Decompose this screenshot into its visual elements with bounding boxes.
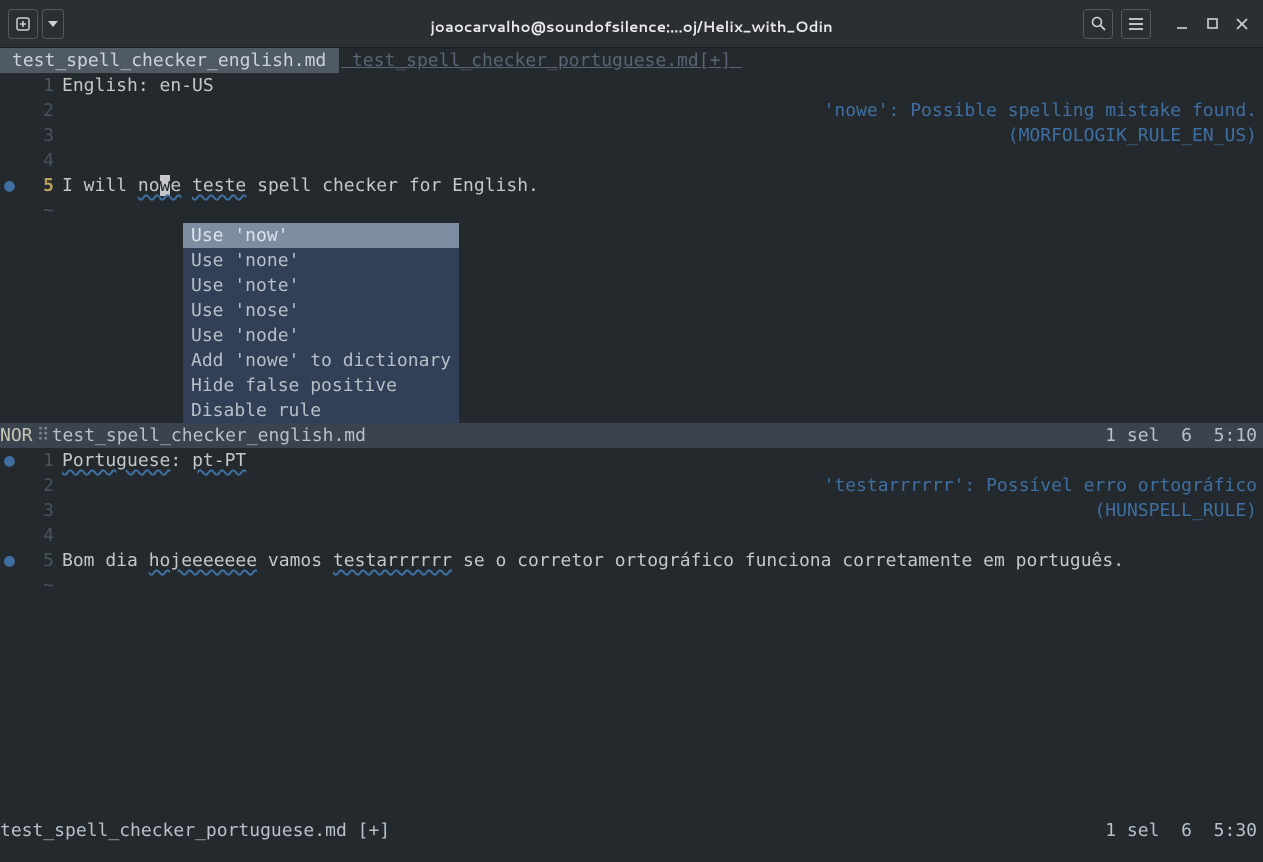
popup-item-add-dict[interactable]: Add 'nowe' to dictionary: [191, 348, 451, 373]
spelling-error-ptpt[interactable]: pt-PT: [192, 450, 246, 471]
tab-portuguese[interactable]: test_spell_checker_portuguese.md[+]: [339, 48, 744, 73]
window-title: joaocarvalho@soundofsilence:...oj/Helix_…: [0, 14, 1263, 39]
line-number: 4: [0, 148, 62, 173]
status-count: 6: [1181, 820, 1192, 841]
spelling-error-testar[interactable]: testarrrrrr: [333, 550, 452, 571]
code-line-1: English: en-US: [62, 75, 214, 96]
line-number: 3: [0, 498, 62, 523]
diagnostic-message: 'nowe': Possible spelling mistake found.: [824, 98, 1257, 123]
popup-item-use-none[interactable]: Use 'none': [191, 248, 451, 273]
line-number: 2: [0, 98, 62, 123]
line-number: 4: [0, 523, 62, 548]
end-of-buffer-tilde: ~: [0, 198, 62, 223]
popup-item-disable-rule[interactable]: Disable rule: [191, 398, 451, 423]
popup-item-use-now[interactable]: Use 'now': [183, 223, 459, 248]
terminal-area: test_spell_checker_english.md test_spell…: [0, 48, 1263, 862]
end-of-buffer-tilde: ~: [0, 573, 62, 598]
spelling-error-hoje[interactable]: hojeeeeeee: [149, 550, 257, 571]
buffer-tabbar: test_spell_checker_english.md test_spell…: [0, 48, 1263, 73]
diagnostic-rule: (HUNSPELL_RULE): [1094, 498, 1257, 523]
drag-handle-icon[interactable]: ⠿: [33, 423, 52, 448]
diagnostic-marker-icon: ●: [4, 173, 15, 198]
search-button[interactable]: [1083, 9, 1113, 39]
code-line-1: Portuguese: pt-PT: [62, 450, 246, 471]
status-pos: 5:30: [1214, 820, 1257, 841]
line-number: 3: [0, 123, 62, 148]
minimize-button[interactable]: [1169, 9, 1195, 39]
line-number: 2: [0, 473, 62, 498]
pane-portuguese[interactable]: ● 1Portuguese: pt-PT 2 'testarrrrrr': Po…: [0, 448, 1263, 843]
statusbar-english: NOR ⠿ test_spell_checker_english.md 1 sel…: [0, 423, 1263, 448]
spelling-error-nowe[interactable]: nowe: [138, 175, 181, 196]
tab-english[interactable]: test_spell_checker_english.md: [10, 48, 339, 73]
status-sel: 1 sel: [1105, 425, 1159, 446]
pane-english[interactable]: 1English: en-US 2 'nowe': Possible spell…: [0, 73, 1263, 448]
code-line-5: I will nowe teste spell checker for Engl…: [62, 175, 539, 196]
diagnostic-message: 'testarrrrrr': Possível erro ortográfico: [824, 473, 1257, 498]
new-tab-button[interactable]: [8, 9, 38, 39]
status-filename: test_spell_checker_portuguese.md [+]: [0, 818, 390, 843]
diagnostic-rule: (MORFOLOGIK_RULE_EN_US): [1008, 123, 1257, 148]
status-sel: 1 sel: [1105, 820, 1159, 841]
spelling-error-portuguese[interactable]: Portuguese: [62, 450, 170, 471]
spelling-error-teste[interactable]: teste: [192, 175, 246, 196]
text: I will: [62, 175, 138, 196]
status-count: 6: [1181, 425, 1192, 446]
status-pos: 5:10: [1214, 425, 1257, 446]
titlebar: joaocarvalho@soundofsilence:...oj/Helix_…: [0, 0, 1263, 48]
hamburger-menu-button[interactable]: [1121, 9, 1151, 39]
status-right: 1 sel 6 5:30: [1105, 818, 1263, 843]
status-filename: test_spell_checker_english.md: [52, 423, 366, 448]
code-action-popup: Use 'now' Use 'none' Use 'note' Use 'nos…: [183, 223, 459, 423]
line-number: 1: [0, 73, 62, 98]
diagnostic-marker-icon: ●: [4, 548, 15, 573]
cursor: w: [160, 175, 171, 196]
tab-leading-space: [0, 48, 10, 73]
popup-item-use-node[interactable]: Use 'node': [191, 323, 451, 348]
popup-item-use-nose[interactable]: Use 'nose': [191, 298, 451, 323]
code-line-5: Bom dia hojeeeeeee vamos testarrrrrr se …: [62, 550, 1124, 571]
statusbar-portuguese: test_spell_checker_portuguese.md [+] 1 se…: [0, 818, 1263, 843]
close-button[interactable]: [1229, 9, 1255, 39]
editor-mode: NOR: [0, 423, 33, 448]
popup-item-hide-fp[interactable]: Hide false positive: [191, 373, 451, 398]
maximize-button[interactable]: [1199, 9, 1225, 39]
tab-menu-dropdown[interactable]: [42, 9, 64, 39]
status-right: 1 sel 6 5:10: [1105, 423, 1263, 448]
popup-item-use-note[interactable]: Use 'note': [191, 273, 451, 298]
diagnostic-marker-icon: ●: [4, 448, 15, 473]
